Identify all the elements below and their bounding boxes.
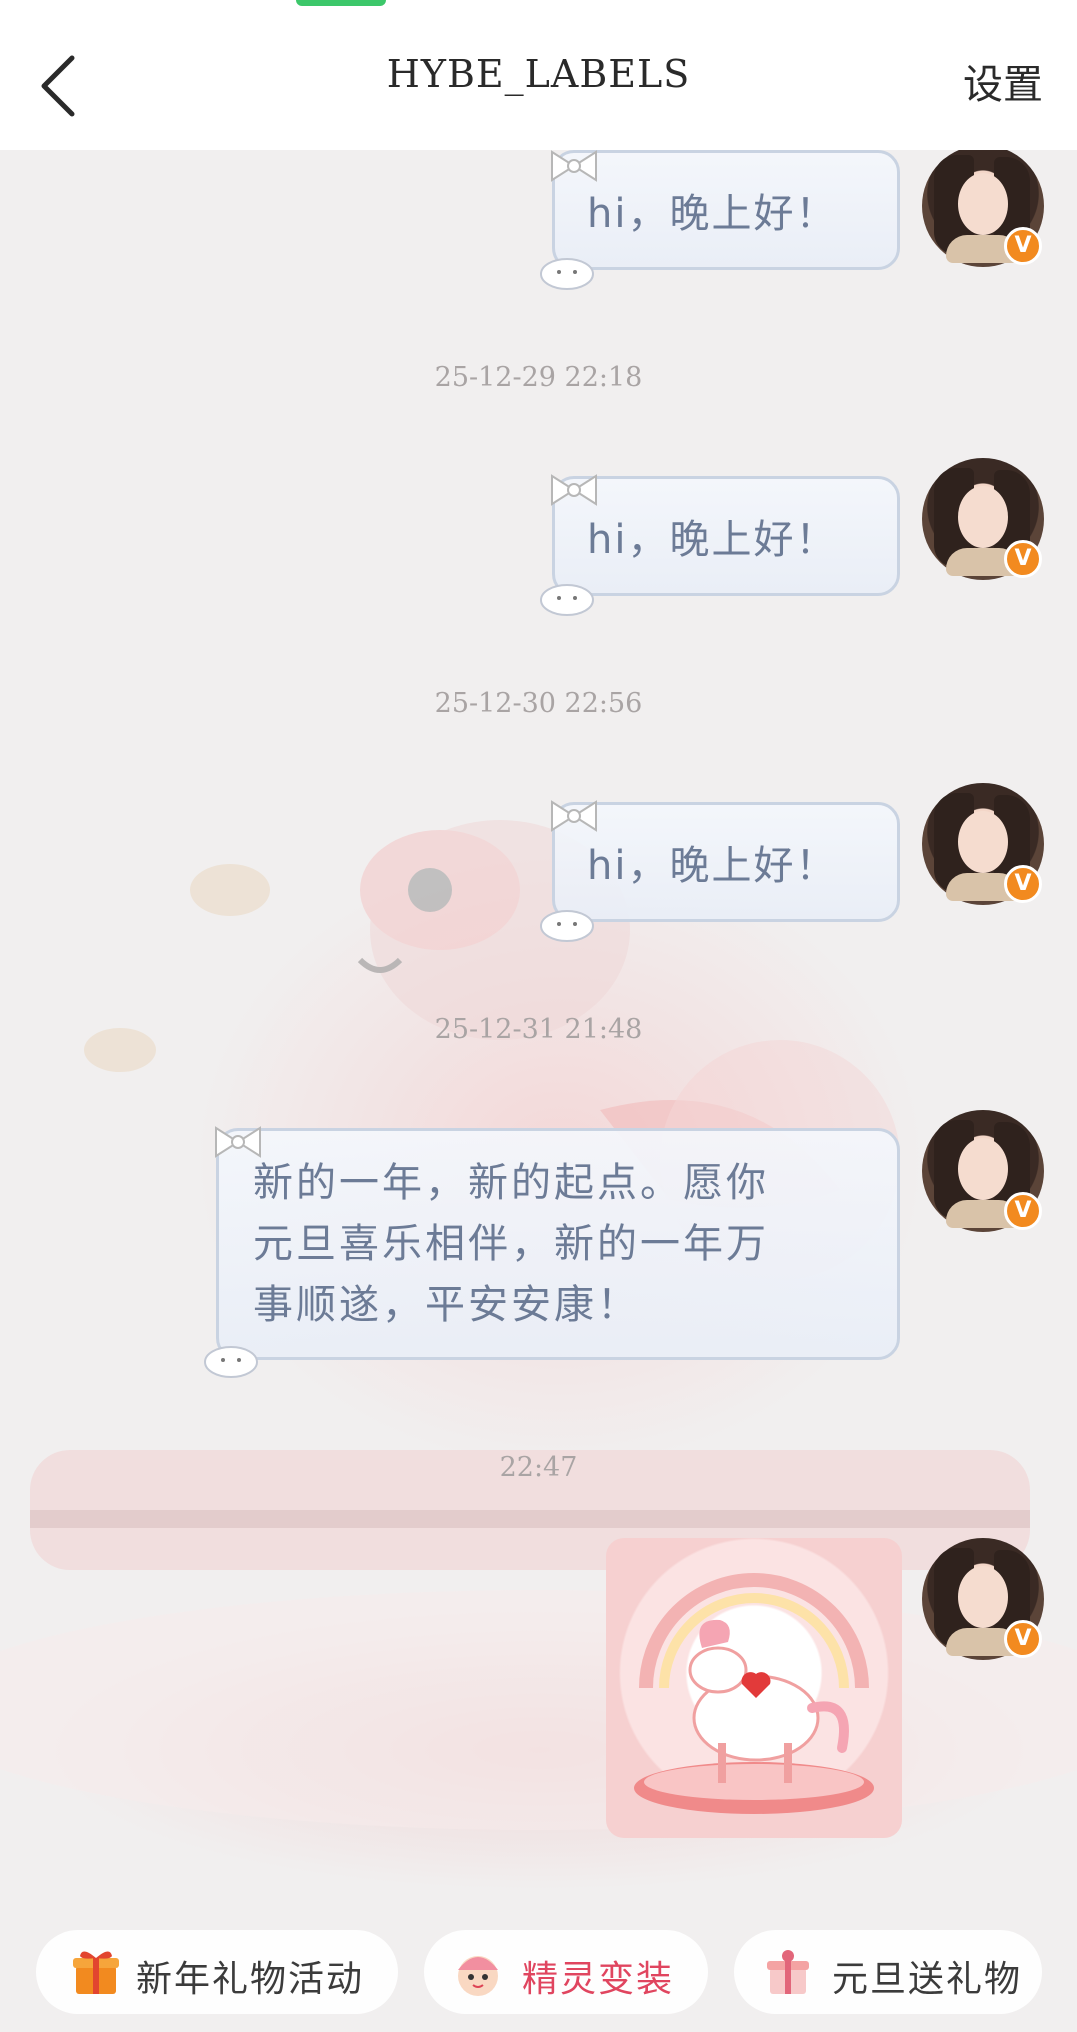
timestamp: 25-12-30 22:56 xyxy=(434,688,643,719)
action-label: 新年礼物活动 xyxy=(136,1959,365,2000)
background-illustration xyxy=(0,820,1077,1830)
message-text: hi，晚上好！ xyxy=(587,191,838,237)
header: HYBE_LABELS 设置 xyxy=(0,0,1077,150)
sticker-message[interactable] xyxy=(606,1538,902,1838)
message-bubble[interactable]: hi，晚上好！ xyxy=(552,150,900,270)
verified-badge: V xyxy=(1004,1620,1042,1658)
timestamp: 22:47 xyxy=(499,1452,578,1483)
avatar[interactable]: V xyxy=(922,1110,1044,1232)
verified-badge: V xyxy=(1004,1192,1042,1230)
action-label: 精灵变装 xyxy=(522,1959,675,2000)
message-line: 元旦喜乐相伴，新的一年万 xyxy=(253,1221,769,1267)
avatar[interactable]: V xyxy=(922,783,1044,905)
message-text: hi，晚上好！ xyxy=(587,843,838,889)
message-bubble[interactable]: 新的一年，新的起点。愿你 元旦喜乐相伴，新的一年万 事顺遂，平安安康！ xyxy=(216,1128,900,1360)
gift-icon xyxy=(73,1951,119,1994)
new-year-gift-event-button[interactable]: 新年礼物活动 xyxy=(36,1930,398,2014)
avatar[interactable]: V xyxy=(922,1538,1044,1660)
chat-area[interactable] xyxy=(0,150,1077,2032)
chat-title: HYBE_LABELS xyxy=(386,52,691,96)
sprite-dressup-icon xyxy=(458,1956,498,1996)
verified-badge: V xyxy=(1004,865,1042,903)
action-label: 元旦送礼物 xyxy=(832,1959,1023,2000)
message-line: 新的一年，新的起点。愿你 xyxy=(253,1160,769,1206)
gift-box-icon xyxy=(767,1950,809,1994)
message-line: 事顺遂，平安安康！ xyxy=(253,1282,640,1328)
settings-button[interactable]: 设置 xyxy=(963,52,1043,110)
timestamp: 25-12-29 22:18 xyxy=(434,362,643,393)
status-indicator xyxy=(296,0,386,6)
verified-badge: V xyxy=(1004,227,1042,265)
avatar[interactable]: V xyxy=(922,145,1044,267)
message-bubble[interactable]: hi，晚上好！ xyxy=(552,476,900,596)
timestamp: 25-12-31 21:48 xyxy=(434,1014,643,1045)
message-bubble[interactable]: hi，晚上好！ xyxy=(552,802,900,922)
message-text: hi，晚上好！ xyxy=(587,517,838,563)
new-year-day-gift-button[interactable]: 元旦送礼物 xyxy=(734,1930,1042,2014)
unicorn-heart-sticker-icon xyxy=(634,1573,874,1814)
verified-badge: V xyxy=(1004,540,1042,578)
sprite-dressup-button[interactable]: 精灵变装 xyxy=(424,1930,708,2014)
avatar[interactable]: V xyxy=(922,458,1044,580)
